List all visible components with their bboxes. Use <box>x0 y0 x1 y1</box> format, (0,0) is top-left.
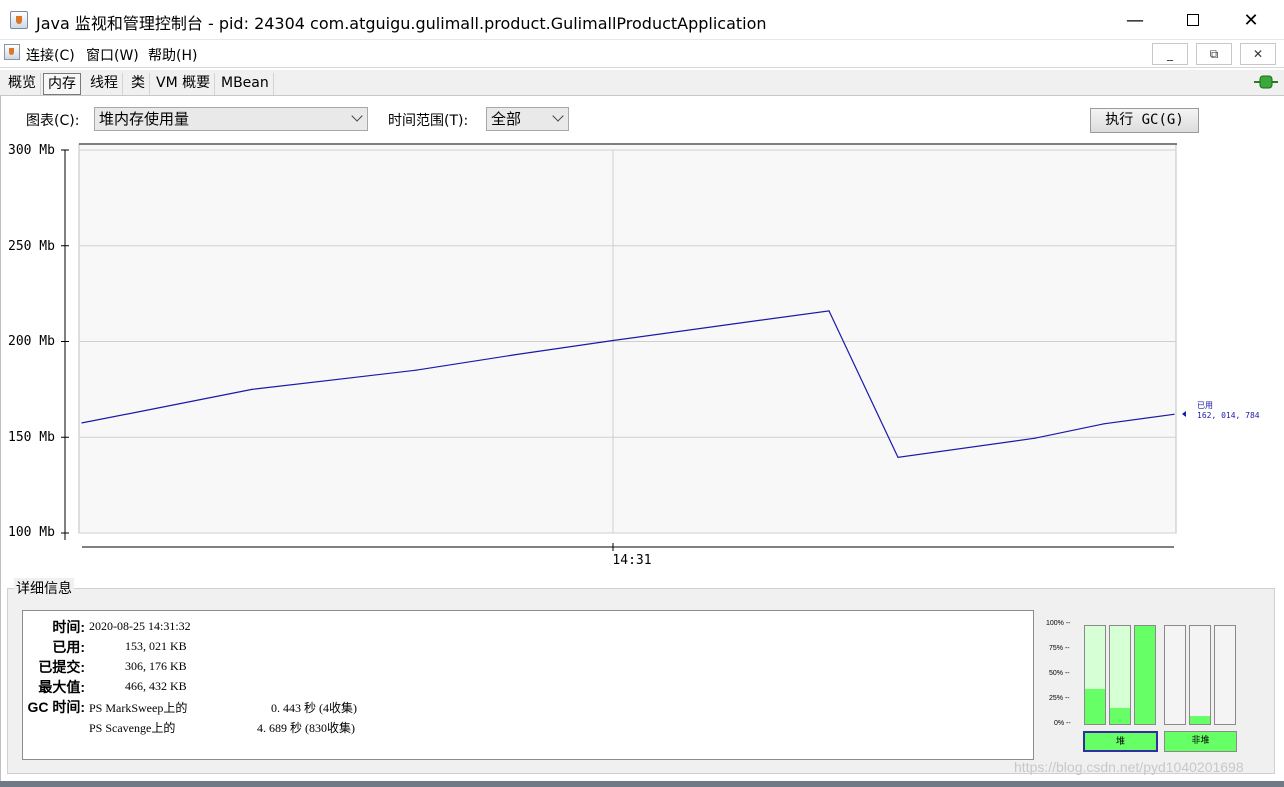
details-key-used: 已用: <box>52 639 85 655</box>
gc-collector-name: PS Scavenge上的 <box>89 721 176 735</box>
data-point <box>1103 423 1105 425</box>
data-point <box>145 409 147 412</box>
nonheap-pool-bar[interactable] <box>1164 625 1186 725</box>
taskbar-strip <box>0 781 1284 787</box>
pool-fill <box>1135 626 1155 724</box>
pool-fill <box>1190 716 1210 724</box>
data-point <box>513 354 515 356</box>
data-point <box>612 339 614 342</box>
details-value-time: 2020-08-25 14:31:32 <box>89 619 191 633</box>
data-point <box>81 422 83 424</box>
details-key-committed: 已提交: <box>38 659 85 675</box>
pool-pct-label: 25% -- <box>1049 695 1070 702</box>
data-point <box>897 456 899 458</box>
details-key-gc-time: GC 时间: <box>27 699 85 715</box>
gc-collector-time: 4. 689 秒 (830收集) <box>257 721 355 735</box>
details-key-max: 最大值: <box>38 679 85 695</box>
pool-pct-label: 100% -- <box>1046 620 1071 627</box>
pool-pct-label: 0% -- <box>1054 720 1071 727</box>
data-point <box>415 369 417 371</box>
data-point <box>1173 413 1175 415</box>
details-key-time: 时间: <box>52 619 85 635</box>
pool-fill <box>1085 688 1105 724</box>
legend-value: 162, 014, 784 <box>1197 411 1260 420</box>
x-tick-label: 14:31 <box>612 553 651 568</box>
heap-pool-bar[interactable] <box>1109 625 1131 725</box>
legend-label: 已用 <box>1197 401 1213 410</box>
data-point <box>758 319 760 322</box>
details-value-max: 466, 432 KB <box>125 679 187 693</box>
watermark: https://blog.csdn.net/pyd1040201698 <box>1014 759 1244 775</box>
details-title: 详细信息 <box>14 578 74 598</box>
gc-collector-time: 0. 443 秒 (4收集) <box>271 701 357 715</box>
pool-pct-label: 75% -- <box>1049 645 1070 652</box>
data-point <box>828 310 830 312</box>
pool-fill <box>1110 708 1130 724</box>
nonheap-pool-bar[interactable] <box>1214 625 1236 725</box>
memory-chart: 14:31 已用 162, 014, 784 <box>61 143 1260 568</box>
nonheap-pool-bar[interactable] <box>1189 625 1211 725</box>
nonheap-pool-button[interactable]: 非堆 <box>1164 731 1237 752</box>
data-point <box>1034 437 1036 439</box>
details-value-used: 153, 021 KB <box>125 639 187 653</box>
pool-pct-label: 50% -- <box>1049 670 1070 677</box>
gc-collector-name: PS MarkSweep上的 <box>89 701 188 715</box>
heap-pool-bar[interactable] <box>1134 625 1156 725</box>
heap-pool-bar[interactable] <box>1084 625 1106 725</box>
details-value-committed: 306, 176 KB <box>125 659 187 673</box>
data-point <box>251 388 253 390</box>
heap-pool-button[interactable]: 堆 <box>1083 731 1158 752</box>
legend-marker-icon <box>1182 411 1186 417</box>
